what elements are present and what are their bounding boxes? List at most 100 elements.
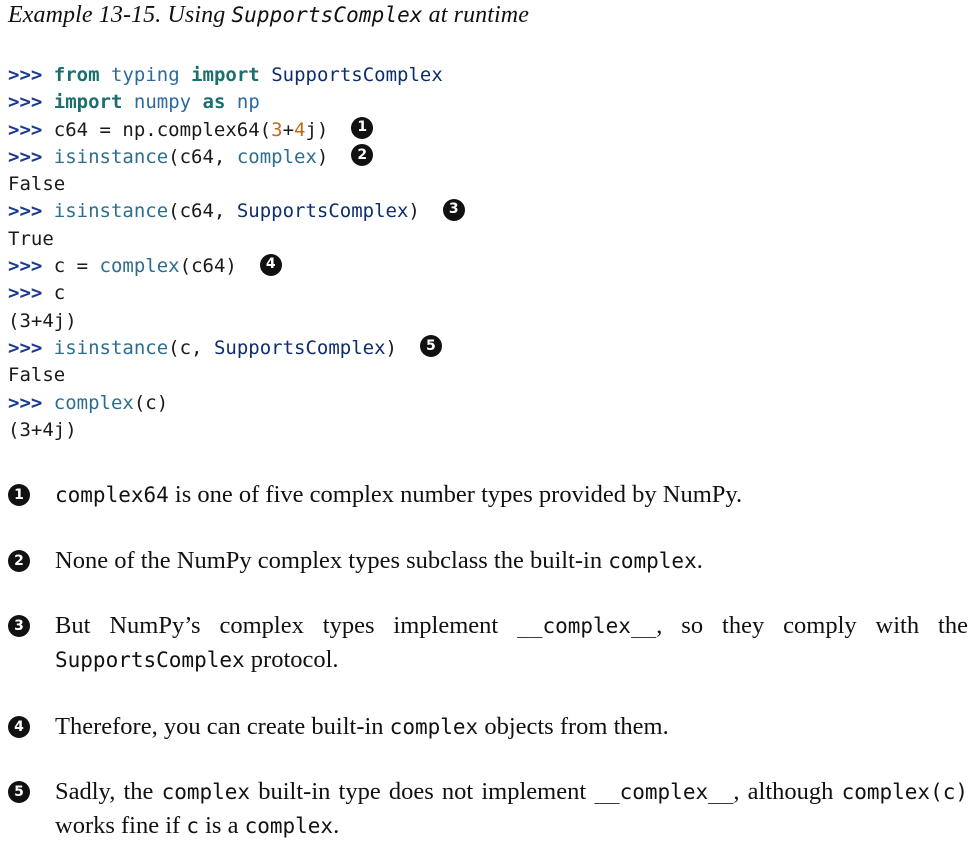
inline-code: complex [161,780,251,804]
code-token: ) [385,336,397,359]
code-token: + [282,118,295,141]
callout-marker: 1 [351,117,374,140]
code-line: False [8,362,465,389]
note-text: None of the NumPy complex types subclass… [55,547,609,574]
code-line: >>> import numpy as np [8,89,465,116]
callout-text: But NumPy’s complex types implement __co… [55,609,968,677]
code-prompt: >>> [8,64,43,86]
inline-code: complex(c) [841,780,968,804]
example-caption: Example 13-15. Using SupportsComplex at … [8,2,529,29]
code-token: SupportsComplex [236,200,409,223]
callout-marker: 4 [8,716,30,738]
note-text: Sadly, the [55,778,162,805]
code-line: >>> isinstance(c, SupportsComplex) 5 [8,335,465,362]
code-token: complex [53,391,134,414]
callout-marker: 5 [8,781,30,803]
code-line: >>> c = complex(c64) 4 [8,253,465,280]
callout-marker: 4 [259,253,282,276]
note-text: objects from them. [478,713,669,740]
callout-marker: 3 [8,615,30,637]
note-text: built-in type does not implement [250,778,595,805]
code-prompt: >>> [8,118,43,141]
code-token: (c64, [168,145,237,168]
code-block: >>> from typing import SupportsComplex >>… [8,62,465,444]
code-output: (3+4j) [8,309,77,332]
code-token: c [53,282,66,305]
code-output: False [8,364,66,387]
code-line: (3+4j) [8,417,465,444]
code-token: c64 = np.complex64( [53,118,272,141]
caption-prefix: Example 13-15. Using [8,2,232,28]
note-text: Therefore, you can create built-in [55,713,390,740]
code-line: (3+4j) [8,308,465,335]
code-token: import [53,91,123,114]
code-token: from [53,64,100,86]
code-token: SupportsComplex [213,336,386,359]
code-token: isinstance [53,145,169,168]
callout-text: Sadly, the complex built-in type does no… [55,775,968,843]
code-prompt: >>> [8,391,43,414]
code-token: typing [111,64,180,86]
code-prompt: >>> [8,255,43,278]
code-prompt: >>> [8,91,43,114]
code-line: >>> isinstance(c64, complex) 2 [8,144,465,171]
code-token: j) [305,118,329,141]
code-token: ) [408,200,420,223]
code-token: SupportsComplex [271,64,443,86]
inline-code: complex [608,549,697,573]
code-line: >>> complex(c) [8,390,465,417]
code-token: 4 [294,118,306,141]
code-token: (c, [168,336,214,359]
code-prompt: >>> [8,336,43,359]
note-text: protocol. [244,646,339,673]
callout-marker: 5 [419,335,442,358]
code-line: >>> from typing import SupportsComplex [8,62,465,89]
callout-marker: 1 [8,484,30,506]
note-text: , so they comply with the [656,612,968,639]
code-line: True [8,226,465,253]
code-token: (c64, [168,200,237,223]
callout-marker: 2 [351,144,374,167]
inline-code: __complex__ [594,780,734,804]
code-prompt: >>> [8,145,43,168]
code-output: False [8,173,66,196]
code-token: (c64) [179,255,237,278]
code-output: (3+4j) [8,418,77,441]
note-text: is a [198,812,245,839]
code-token: (c) [133,391,169,414]
code-token: import [191,64,260,86]
inline-code: complex64 [55,483,169,507]
callout-text: None of the NumPy complex types subclass… [55,544,968,578]
code-token: 3 [271,118,283,141]
note-text: . [333,812,340,839]
inline-code: complex [244,814,334,838]
code-token: numpy [133,91,192,114]
code-token: isinstance [53,336,169,359]
caption-suffix: at runtime [422,2,529,28]
note-text: is one of five complex number types prov… [168,481,743,508]
code-token: ) [316,145,329,168]
inline-code: complex [389,715,479,739]
code-token: np [236,91,260,114]
code-token: isinstance [53,200,169,223]
callout-marker: 3 [442,198,465,221]
code-line: >>> c64 = np.complex64(3+4j) 1 [8,117,465,144]
inline-code: __complex__ [517,614,657,638]
note-text: works fine if [55,812,187,839]
inline-code: SupportsComplex [55,648,245,672]
note-text: . [696,547,703,574]
callout-marker: 2 [8,550,30,572]
code-line: >>> isinstance(c64, SupportsComplex) 3 [8,198,465,225]
callout-text: Therefore, you can create built-in compl… [55,710,968,744]
inline-code: c [186,814,199,838]
code-line: >>> c [8,280,465,307]
code-output: True [8,227,54,250]
callout-text: complex64 is one of five complex number … [55,478,968,512]
note-text: But NumPy’s complex types implement [55,612,518,639]
